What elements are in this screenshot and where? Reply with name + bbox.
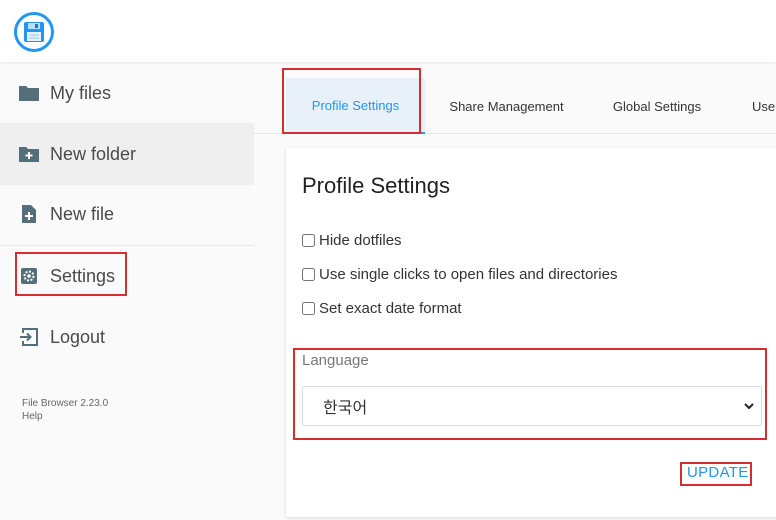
file-plus-icon [18,203,40,225]
sidebar-item-settings[interactable]: Settings [0,245,254,307]
sidebar-item-label: Settings [50,265,116,286]
option-label: Use single clicks to open files and dire… [319,266,618,283]
option-single-click[interactable]: Use single clicks to open files and dire… [302,266,617,283]
version-text: File Browser 2.23.0 [22,398,109,409]
language-label: Language [302,352,369,369]
tab-label: Share Management [449,98,564,114]
app-info: File Browser 2.23.0 Help [22,397,108,423]
sidebar-item-new-folder[interactable]: New folder [0,123,254,185]
help-link[interactable]: Help [22,410,108,423]
option-label: Hide dotfiles [319,232,402,249]
language-value: 한국어 [323,400,368,417]
chevron-down-icon [744,403,754,410]
tab-user-management[interactable]: User Management [752,78,776,134]
logout-icon [18,326,40,348]
sidebar: My files New folder New file Settings Lo… [0,62,254,520]
update-button[interactable]: UPDATE [687,464,749,481]
option-exact-date[interactable]: Set exact date format [302,300,462,317]
tab-share-management[interactable]: Share Management [440,78,573,134]
option-label: Set exact date format [319,300,462,317]
sidebar-item-label: New folder [50,143,137,164]
language-select[interactable]: 한국어 [302,386,762,426]
settings-tabs: Profile Settings Share Management Global… [254,62,776,134]
sidebar-item-label: Logout [50,326,106,347]
hide-dotfiles-checkbox[interactable] [302,234,315,247]
sidebar-item-logout[interactable]: Logout [0,306,254,368]
folder-icon [18,82,40,104]
single-click-checkbox[interactable] [302,268,315,281]
tab-global-settings[interactable]: Global Settings [604,78,710,134]
exact-date-checkbox[interactable] [302,302,315,315]
tab-label: User Management [752,98,776,114]
option-hide-dotfiles[interactable]: Hide dotfiles [302,232,402,249]
tab-label: Profile Settings [311,97,400,113]
folder-plus-icon [18,143,40,165]
sidebar-item-label: My files [50,82,112,103]
app-header [0,0,776,62]
floppy-disk-icon [24,22,44,42]
profile-settings-card: Profile Settings Hide dotfiles Use singl… [286,148,776,517]
page-title: Profile Settings [302,173,450,198]
sidebar-item-new-file[interactable]: New file [0,183,254,245]
sidebar-item-label: New file [50,203,115,224]
tab-label: Global Settings [612,98,702,114]
app-logo[interactable] [14,12,54,52]
sidebar-item-my-files[interactable]: My files [0,62,254,124]
tab-profile-settings[interactable]: Profile Settings [286,78,425,134]
gear-icon [18,265,40,287]
